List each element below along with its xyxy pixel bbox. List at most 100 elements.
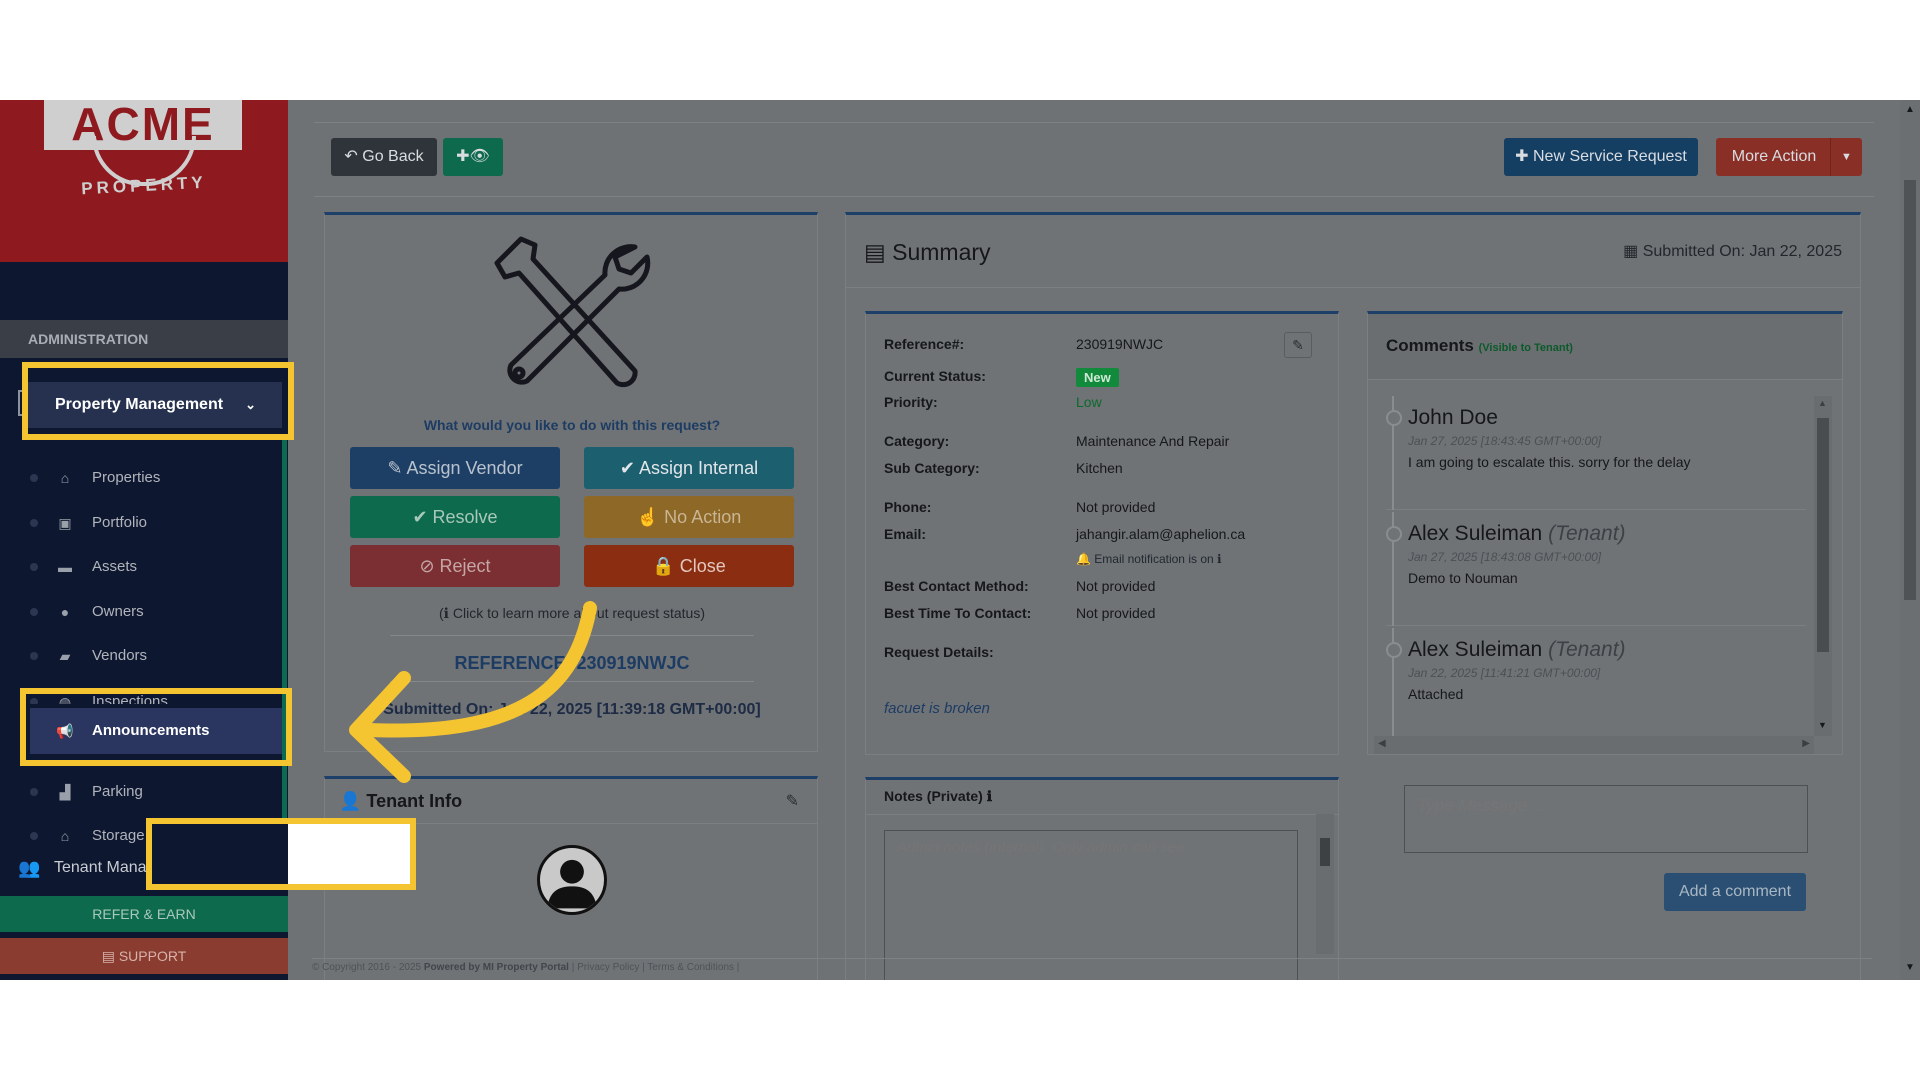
comment-time: Jan 22, 2025 [11:41:21 GMT+00:00] <box>1408 666 1601 680</box>
bullet-dot <box>30 563 38 571</box>
briefcase-icon: ▰ <box>59 648 71 664</box>
divider <box>866 814 1338 815</box>
detail-label: Reference#: <box>884 336 965 352</box>
assign-vendor-button[interactable]: ✎ Assign Vendor <box>350 447 560 489</box>
go-back-label: Go Back <box>362 148 424 165</box>
assign-internal-button[interactable]: ✔ Assign Internal <box>584 447 794 489</box>
detail-value[interactable]: jahangir.alam@aphelion.ca <box>1076 526 1336 542</box>
scroll-right-icon[interactable]: ▶ <box>1802 738 1810 749</box>
detail-label: Current Status: <box>884 368 986 384</box>
comment-text: I am going to escalate this. sorry for t… <box>1408 454 1691 470</box>
sidebar-section-header: ADMINISTRATION <box>0 320 288 358</box>
page-scrollbar[interactable]: ▲ ▼ <box>1900 100 1920 980</box>
bullet-dot <box>30 788 38 796</box>
edit-reference-button[interactable]: ✎ <box>1284 332 1312 358</box>
summary-title-label: Summary <box>892 239 991 265</box>
scroll-down-icon[interactable]: ▼ <box>1905 962 1915 973</box>
submitted-timestamp: Submitted On: Jan 22, 2025 [11:39:18 GMT… <box>383 701 761 718</box>
detail-value: Not provided <box>1076 499 1156 515</box>
new-service-request-button[interactable]: ✚ New Service Request <box>1504 138 1698 176</box>
scrollbar-thumb[interactable] <box>1904 180 1916 600</box>
highlight-announcements <box>20 688 292 766</box>
summary-submitted-on: ▦ Submitted On: Jan 22, 2025 <box>1623 241 1842 261</box>
notes-scrollbar[interactable] <box>1316 814 1334 954</box>
detail-label: Best Contact Method: <box>884 578 1029 594</box>
refer-earn-button[interactable]: REFER & EARN <box>0 896 288 932</box>
bullet-dot <box>30 652 38 660</box>
learn-more-link[interactable]: (ℹ Click to learn more about request sta… <box>325 605 819 622</box>
caret-down-icon[interactable]: ▼ <box>1830 138 1862 176</box>
detail-label: Best Time To Contact: <box>884 605 1032 621</box>
footer-copyright: © Copyright 2016 - 2025 <box>312 962 422 973</box>
comments-vertical-scrollbar[interactable]: ▲ ▼ <box>1814 396 1832 736</box>
add-watch-button[interactable]: ✚👁 <box>443 138 503 176</box>
notes-panel: Notes (Private) ℹ <box>865 777 1339 980</box>
sidebar-item-vendors[interactable]: ▰ Vendors <box>0 636 282 676</box>
actions-question: What would you like to do with this requ… <box>423 417 721 433</box>
edit-icon[interactable]: ✎ <box>786 791 799 811</box>
sidebar-item-label: Owners <box>92 603 144 620</box>
logo-tagline: PROPERTY <box>80 172 208 199</box>
comment-author-role: (Tenant) <box>1548 522 1626 545</box>
app-window: ACME PROPERTY ADMINISTRATION Property Ma… <box>0 100 1920 980</box>
close-button[interactable]: 🔒 Close <box>584 545 794 587</box>
sidebar-accent-bar <box>282 438 287 838</box>
scrollbar-thumb[interactable] <box>1817 418 1829 652</box>
detail-label: Sub Category: <box>884 460 980 476</box>
scroll-up-icon[interactable]: ▲ <box>1905 104 1915 115</box>
scroll-up-icon[interactable]: ▲ <box>1818 398 1827 408</box>
tools-icon <box>494 236 651 388</box>
edit-icon: ✎ <box>1292 337 1304 353</box>
sidebar-item-portfolio[interactable]: ▣ Portfolio <box>0 503 282 543</box>
footer-links[interactable]: | Privacy Policy | Terms & Conditions | <box>572 962 740 973</box>
detail-value: Kitchen <box>1076 460 1123 476</box>
resolve-button[interactable]: ✔ Resolve <box>350 496 560 538</box>
add-comment-button[interactable]: Add a comment <box>1664 873 1806 911</box>
submitted-on-value: Jan 22, 2025 <box>1749 243 1842 260</box>
timeline-circle-icon <box>1386 526 1402 542</box>
tenant-info-label: Tenant Info <box>366 791 463 811</box>
sidebar-item-properties[interactable]: ⌂ Properties <box>0 458 282 498</box>
detail-label: Email: <box>884 526 927 542</box>
comments-header: Comments (Visible to Tenant) <box>1368 314 1842 380</box>
bullet-dot <box>30 832 38 840</box>
sidebar-item-label: Parking <box>92 783 143 800</box>
comment-item: Alex Suleiman (Tenant) Jan 27, 2025 [18:… <box>1386 512 1806 626</box>
sidebar-item-label: Portfolio <box>92 514 148 531</box>
go-back-button[interactable]: ↶ Go Back <box>331 138 437 176</box>
comment-input[interactable] <box>1404 785 1808 853</box>
status-badge: New <box>1076 368 1119 387</box>
more-action-button[interactable]: More Action ▼ <box>1716 138 1862 176</box>
sidebar-item-assets[interactable]: ▬ Assets <box>0 547 282 587</box>
detail-label: Priority: <box>884 394 938 410</box>
reject-button[interactable]: ⊘ Reject <box>350 545 560 587</box>
divider <box>314 196 1874 197</box>
summary-panel: ▤ Summary ▦ Submitted On: Jan 22, 2025 R… <box>845 212 1861 980</box>
comments-title-label: Comments <box>1386 336 1474 355</box>
footer: © Copyright 2016 - 2025 Powered by MI Pr… <box>312 958 1872 976</box>
footer-powered-by[interactable]: Powered by MI Property Portal <box>424 962 569 973</box>
scrollbar-thumb[interactable] <box>1320 838 1330 866</box>
notes-title: Notes (Private) ℹ <box>884 788 993 804</box>
no-action-button[interactable]: ☝ No Action <box>584 496 794 538</box>
tenant-info-title: 👤 Tenant Info <box>339 791 462 812</box>
sidebar-item-parking[interactable]: ▟ Parking <box>0 772 282 812</box>
request-actions-panel: What would you like to do with this requ… <box>324 212 818 752</box>
detail-value: Low <box>1076 394 1102 410</box>
comment-author: Alex Suleiman (Tenant) <box>1408 522 1626 546</box>
assets-icon: ▬ <box>58 559 72 575</box>
comments-title: Comments (Visible to Tenant) <box>1386 336 1573 356</box>
logo[interactable]: ACME PROPERTY <box>0 100 288 262</box>
comments-horizontal-scrollbar[interactable]: ◀ ▶ <box>1374 736 1814 754</box>
users-icon: 👥 <box>18 858 41 878</box>
bullet-dot <box>30 608 38 616</box>
support-button[interactable]: ▤ SUPPORT <box>0 938 288 974</box>
comment-time: Jan 27, 2025 [18:43:45 GMT+00:00] <box>1408 434 1602 448</box>
comment-time: Jan 27, 2025 [18:43:08 GMT+00:00] <box>1408 550 1602 564</box>
divider <box>846 287 1860 288</box>
scroll-down-icon[interactable]: ▼ <box>1818 720 1827 730</box>
comment-author-name: Alex Suleiman <box>1408 638 1543 661</box>
scroll-left-icon[interactable]: ◀ <box>1378 738 1386 749</box>
sidebar-item-owners[interactable]: ● Owners <box>0 592 282 632</box>
user-icon: ● <box>60 604 70 620</box>
